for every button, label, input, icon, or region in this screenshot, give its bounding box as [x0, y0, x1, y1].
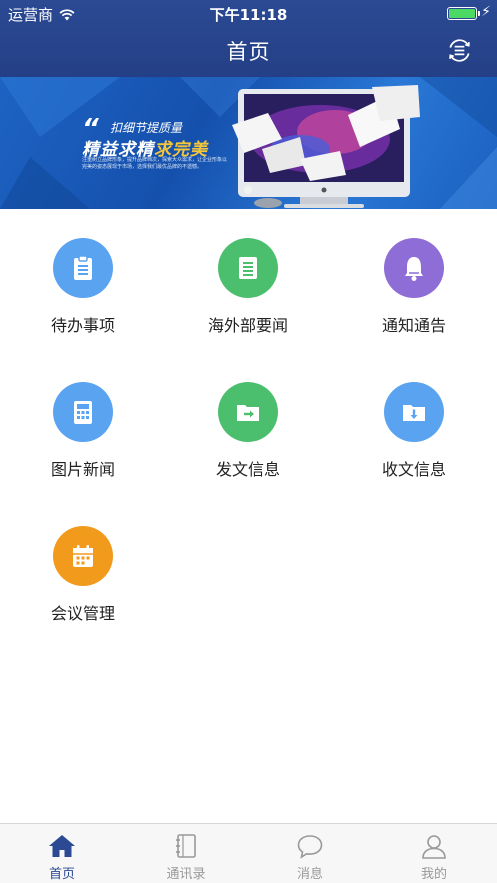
- page-title: 首页: [226, 40, 271, 64]
- grid-item-notices[interactable]: 通知通告: [331, 209, 497, 339]
- person-icon: [422, 835, 446, 859]
- message-bubble-icon: [297, 835, 323, 859]
- clipboard-icon: [74, 255, 92, 280]
- photo-news-circle: [53, 382, 113, 442]
- meetings-circle: [53, 526, 113, 586]
- banner-artwork: “: [0, 77, 497, 209]
- tab-label-home: 首页: [48, 867, 75, 882]
- grid-item-todo[interactable]: 待办事项: [0, 209, 166, 339]
- header: 运营商 下午11:18 ⚡ 首页: [0, 0, 497, 77]
- charging-bolt-icon: ⚡: [481, 4, 491, 20]
- contacts-book-icon: [176, 834, 196, 858]
- notices-circle: [384, 238, 444, 298]
- banner-description: 注重树立品牌形象，提升品牌档次，探索大众需求，让企业形象以完美的姿态展现于市场，…: [82, 157, 228, 170]
- calendar-icon: [73, 545, 93, 567]
- todo-circle: [53, 238, 113, 298]
- status-time: 下午11:18: [209, 6, 288, 24]
- tab-label-profile: 我的: [420, 867, 447, 882]
- tab-messages[interactable]: 消息: [248, 824, 372, 883]
- grid-label-notices: 通知通告: [381, 316, 446, 335]
- grid-item-meetings[interactable]: 会议管理: [0, 497, 166, 627]
- promo-banner[interactable]: “ 扣细节提质量 精益求精求完美 注重树立品牌形象，提升品牌档次，探索大众需求，…: [0, 77, 497, 209]
- grid-item-incoming-docs[interactable]: 收文信息: [331, 353, 497, 483]
- overseas-news-circle: [218, 238, 278, 298]
- incoming-docs-circle: [384, 382, 444, 442]
- grid-label-incoming-docs: 收文信息: [381, 460, 446, 479]
- grid-label-photo-news: 图片新闻: [50, 460, 115, 479]
- battery-icon: [447, 7, 480, 20]
- folder-send-icon: [237, 405, 259, 421]
- tab-label-messages: 消息: [296, 867, 323, 882]
- tab-contacts[interactable]: 通讯录: [124, 824, 248, 883]
- status-bar: 运营商 下午11:18 ⚡: [0, 0, 497, 26]
- refresh-menu-icon[interactable]: [446, 37, 473, 64]
- grid-item-photo-news[interactable]: 图片新闻: [0, 353, 166, 483]
- outgoing-docs-circle: [218, 382, 278, 442]
- tab-profile[interactable]: 我的: [372, 824, 496, 883]
- home-icon: [49, 835, 75, 857]
- grid-label-outgoing-docs: 发文信息: [215, 460, 280, 479]
- banner-subtitle: 扣细节提质量: [110, 121, 183, 135]
- tab-home[interactable]: 首页: [0, 824, 124, 883]
- tab-bar: 首页 通讯录 消息 我的: [0, 823, 497, 883]
- grid-label-todo: 待办事项: [50, 316, 115, 335]
- bell-icon: [405, 257, 423, 281]
- tab-label-contacts: 通讯录: [166, 867, 206, 882]
- home-screen: 运营商 下午11:18 ⚡ 首页 “ 扣细节提质量 精益求精求完美 注重树立品牌…: [0, 0, 497, 883]
- document-icon: [239, 257, 257, 279]
- grid-item-outgoing-docs[interactable]: 发文信息: [165, 353, 331, 483]
- grid-label-meetings: 会议管理: [50, 604, 115, 623]
- grid-item-overseas-news[interactable]: 海外部要闻: [165, 209, 331, 339]
- grid-label-overseas-news: 海外部要闻: [207, 316, 288, 335]
- calculator-icon: [74, 401, 92, 424]
- folder-receive-icon: [403, 405, 425, 421]
